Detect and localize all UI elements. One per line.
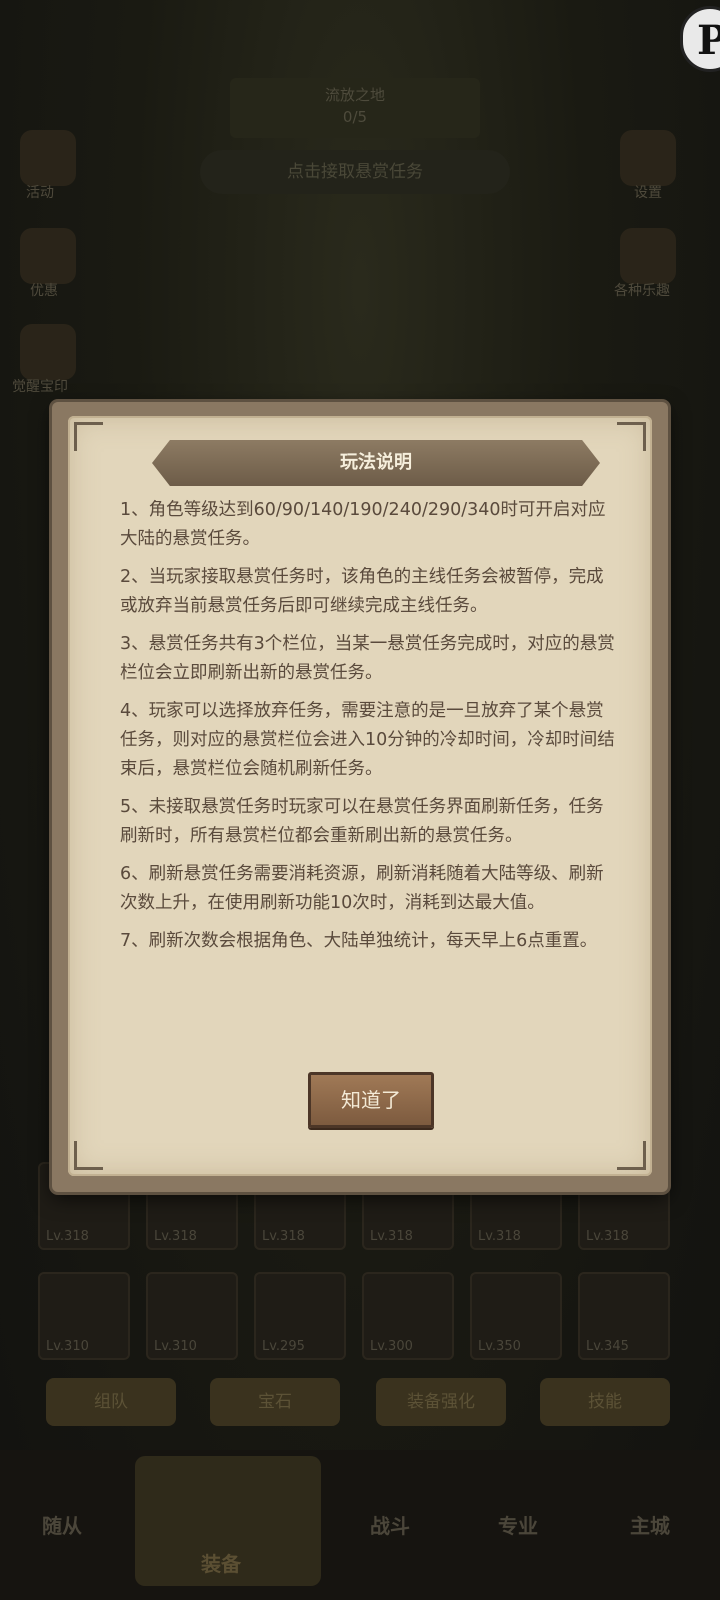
skill-button[interactable]: 技能	[540, 1378, 670, 1426]
nav-profession[interactable]: 专业	[498, 1510, 538, 1539]
confirm-button[interactable]: 知道了	[308, 1072, 434, 1128]
activity-label: 活动	[26, 185, 54, 201]
rule-item: 7、刷新次数会根据角色、大陆单独统计，每天早上6点重置。	[120, 931, 598, 951]
nav-equipment-label: 装备	[201, 1552, 241, 1576]
follower-card[interactable]: Lv.310	[146, 1272, 238, 1360]
follower-card[interactable]: Lv.350	[470, 1272, 562, 1360]
bottom-nav	[0, 1450, 720, 1600]
awakening-label: 觉醒宝印	[12, 379, 68, 395]
rules-list: 1、角色等级达到60/90/140/190/240/290/340时可开启对应大…	[120, 496, 620, 965]
offer-label: 优惠	[30, 283, 58, 299]
activity-icon[interactable]	[20, 130, 76, 186]
region-progress: 0/5	[342, 108, 368, 126]
nav-battle[interactable]: 战斗	[370, 1510, 410, 1539]
corner-ornament	[74, 1141, 103, 1170]
fun-label: 各种乐趣	[614, 283, 670, 299]
nav-city[interactable]: 主城	[630, 1510, 670, 1539]
pause-icon: P	[697, 17, 720, 64]
gem-button[interactable]: 宝石	[210, 1378, 340, 1426]
follower-card[interactable]: Lv.310	[38, 1272, 130, 1360]
rule-item: 5、未接取悬赏任务时玩家可以在悬赏任务界面刷新任务，任务刷新时，所有悬赏栏位都会…	[120, 797, 604, 846]
team-button[interactable]: 组队	[46, 1378, 176, 1426]
awakening-icon[interactable]	[20, 324, 76, 380]
rule-item: 3、悬赏任务共有3个栏位，当某一悬赏任务完成时，对应的悬赏栏位会立即刷新出新的悬…	[120, 634, 615, 683]
corner-ornament	[617, 1141, 646, 1170]
region-name: 流放之地	[324, 86, 385, 104]
dialog-parchment: 玩法说明 1、角色等级达到60/90/140/190/240/290/340时可…	[68, 416, 652, 1176]
accept-bounty-button[interactable]: 点击接取悬赏任务	[200, 150, 510, 194]
offer-icon[interactable]	[20, 228, 76, 284]
rules-dialog: 玩法说明 1、角色等级达到60/90/140/190/240/290/340时可…	[52, 402, 668, 1192]
nav-followers[interactable]: 随从	[42, 1510, 82, 1539]
enhance-button[interactable]: 装备强化	[376, 1378, 506, 1426]
rule-item: 1、角色等级达到60/90/140/190/240/290/340时可开启对应大…	[120, 500, 606, 549]
region-panel[interactable]: 流放之地 0/5	[230, 78, 480, 138]
rule-item: 2、当玩家接取悬赏任务时，该角色的主线任务会被暂停，完成或放弃当前悬赏任务后即可…	[120, 567, 604, 616]
follower-card[interactable]: Lv.300	[362, 1272, 454, 1360]
corner-ornament	[74, 422, 103, 451]
corner-ornament	[617, 422, 646, 451]
nav-equipment[interactable]: 装备	[135, 1456, 321, 1586]
fun-icon[interactable]	[620, 228, 676, 284]
dialog-title: 玩法说明	[340, 452, 412, 473]
rule-item: 4、玩家可以选择放弃任务，需要注意的是一旦放弃了某个悬赏任务，则对应的悬赏栏位会…	[120, 701, 615, 779]
settings-gear-icon[interactable]	[620, 130, 676, 186]
rule-item: 6、刷新悬赏任务需要消耗资源，刷新消耗随着大陆等级、刷新次数上升，在使用刷新功能…	[120, 864, 604, 913]
follower-card[interactable]: Lv.345	[578, 1272, 670, 1360]
follower-card[interactable]: Lv.295	[254, 1272, 346, 1360]
settings-label: 设置	[634, 185, 662, 201]
